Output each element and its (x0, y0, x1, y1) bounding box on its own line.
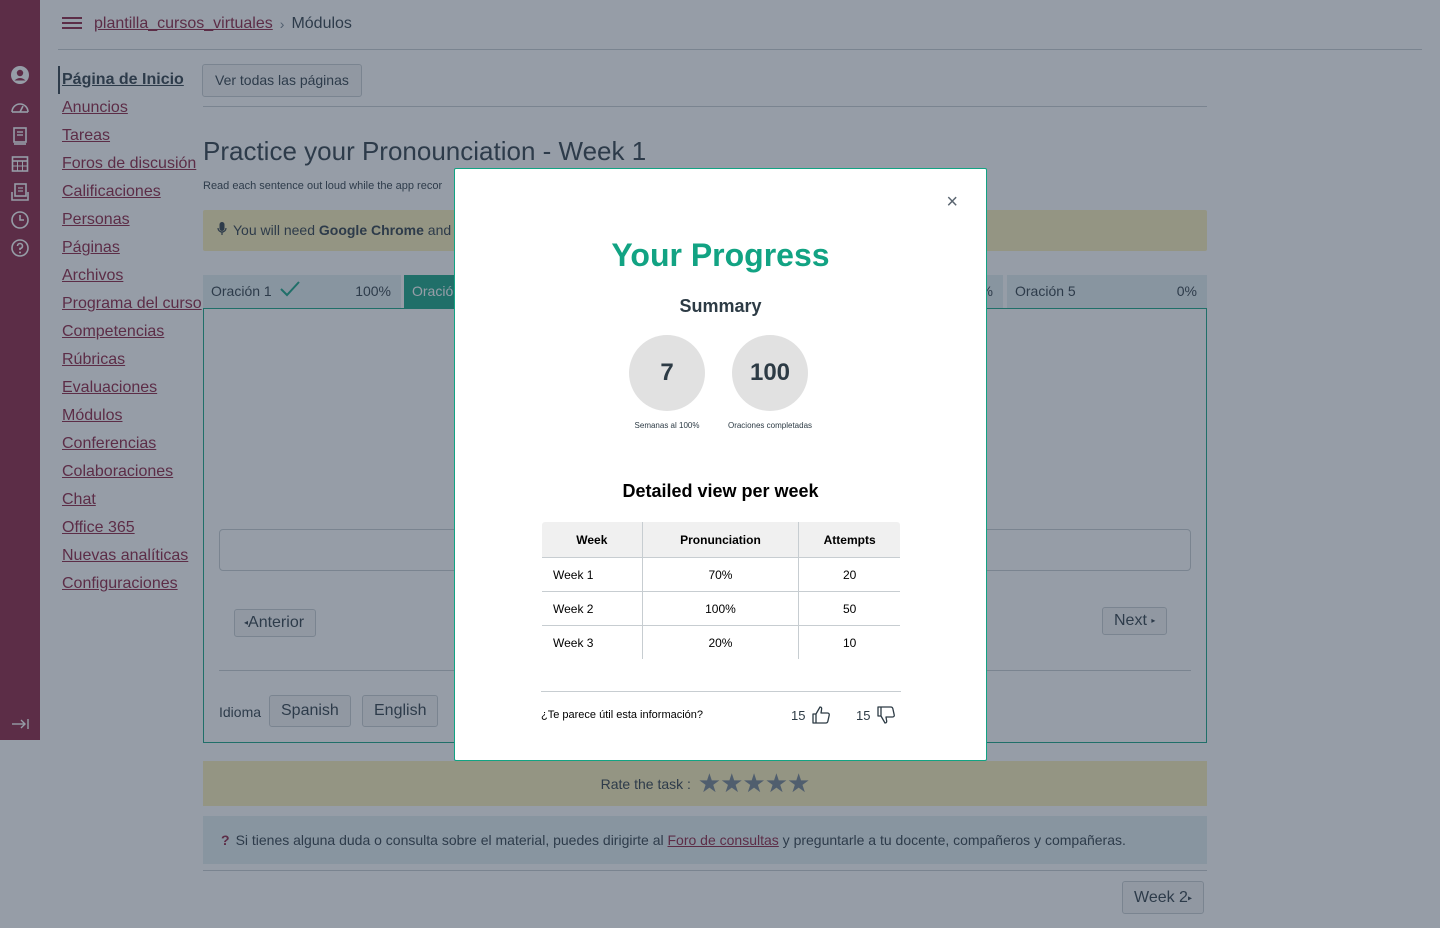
table-cell: 100% (641, 591, 800, 626)
thumbs-down-icon (877, 706, 896, 724)
table-row: Week 1 70% 20 (542, 557, 900, 592)
thumbs-up-icon (812, 706, 831, 724)
table-header: Week (542, 522, 643, 558)
table-header-row: Week Pronunciation Attempts (542, 522, 900, 558)
table-cell: 10 (798, 625, 900, 659)
stat-caption: Oraciones completadas (727, 421, 813, 430)
close-icon[interactable]: × (946, 192, 958, 212)
table-cell: 20% (641, 625, 800, 659)
table-cell: 20 (798, 557, 900, 592)
stat-caption: Semanas al 100% (634, 421, 700, 430)
table-row: Week 3 20% 10 (542, 625, 900, 659)
table-cell: 50 (798, 591, 900, 626)
stat-value: 7 (629, 335, 705, 411)
table-cell: 70% (641, 557, 800, 592)
progress-modal: × Your Progress Summary 7 Semanas al 100… (454, 168, 987, 761)
divider (541, 691, 901, 692)
feedback-question: ¿Te parece útil esta información? (541, 709, 704, 721)
table-cell: Week 2 (542, 591, 643, 626)
modal-title: Your Progress (611, 237, 830, 273)
stat-value: 100 (732, 335, 808, 411)
summary-title: Summary (679, 296, 762, 316)
table-header: Attempts (798, 522, 900, 558)
table-cell: Week 3 (542, 625, 643, 659)
weekly-progress-table: Week Pronunciation Attempts Week 1 70% 2… (541, 521, 901, 660)
dislike-button[interactable]: 15 (856, 705, 896, 725)
table-header: Pronunciation (641, 522, 800, 558)
like-count: 15 (791, 707, 806, 723)
weeks-stat: 7 Semanas al 100% (612, 335, 722, 430)
table-row: Week 2 100% 50 (542, 591, 900, 626)
sentences-stat: 100 Oraciones completadas (715, 335, 825, 430)
dislike-count: 15 (856, 707, 871, 723)
table-cell: Week 1 (542, 557, 643, 592)
like-button[interactable]: 15 (791, 705, 831, 725)
detail-title: Detailed view per week (622, 481, 819, 501)
